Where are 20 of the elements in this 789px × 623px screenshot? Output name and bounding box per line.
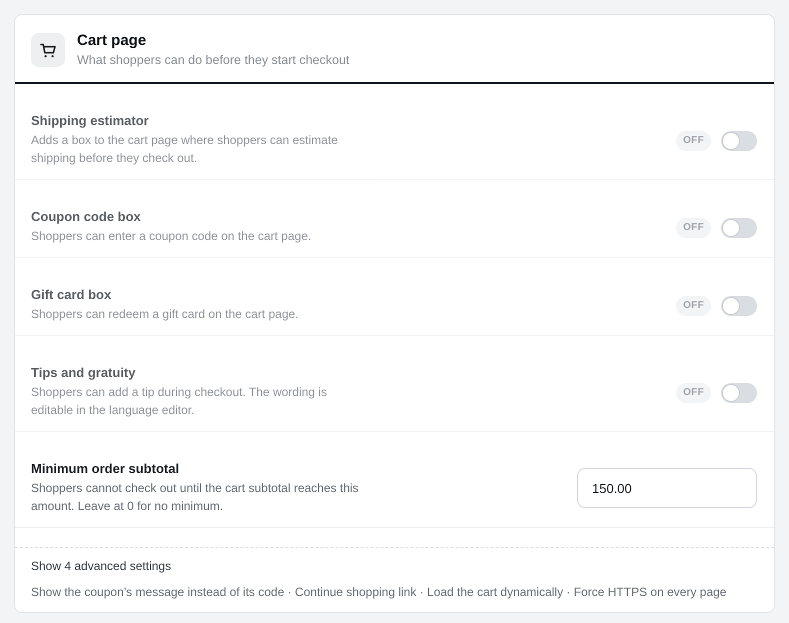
setting-description: Shoppers can enter a coupon code on the cart page. [31,228,312,245]
setting-description: Shoppers can add a tip during checkout. The wording is editable in the language editor. [31,384,328,419]
setting-description: Shoppers can redeem a gift card on the cart page. [31,306,298,323]
setting-title: Shipping estimator [31,112,150,130]
toggle-state-label: OFF [676,131,711,151]
setting-title: Minimum order subtotal [31,460,180,478]
advanced-settings-summary: Show the coupon’s message instead of its code · Continue shopping link · Load the cart dynamically · Force HTTPS on every page [31,584,728,601]
setting-title: Tips and gratuity [31,364,136,382]
toggle-state-label: OFF [676,296,711,316]
amount-input[interactable]: 150.00 [577,468,757,508]
setting-description: Adds a box to the cart page where shoppers can estimate shipping before they check out. [31,132,339,167]
advanced-settings-toggle[interactable]: Show 4 advanced settings [31,557,172,575]
toggle-state-label: OFF [676,383,711,403]
cart-icon [31,33,65,67]
setting-description: Shoppers cannot check out until the cart subtotal reaches this amount. Leave at 0 for no minimum. [31,480,360,515]
setting-title: Coupon code box [31,208,142,226]
page-title: Cart page [77,31,148,50]
page-subtitle: What shoppers can do before they start checkout [77,52,350,69]
toggle-state-label: OFF [676,218,711,238]
setting-title: Gift card box [31,286,112,304]
